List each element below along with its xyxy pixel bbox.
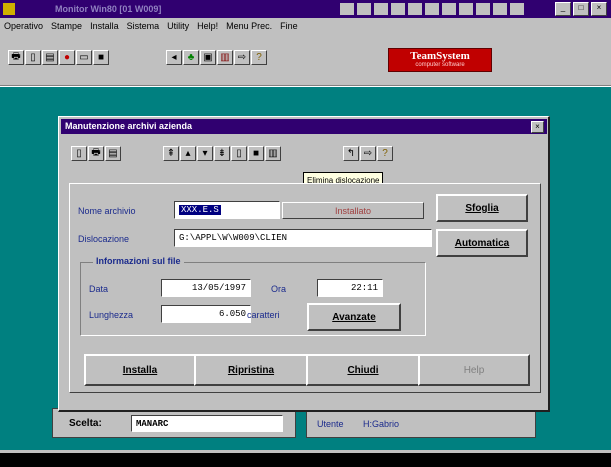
tray-icon[interactable] [476, 3, 490, 15]
tray-icon[interactable] [442, 3, 456, 15]
menu-bar: Operativo Stampe Installa Sistema Utilit… [0, 18, 611, 34]
dialog-window: Manutenzione archivi azienda × ▯ 🖶 ▤ ⇞ ▴… [58, 116, 550, 412]
tray-icon[interactable] [391, 3, 405, 15]
menu-fine[interactable]: Fine [280, 21, 298, 31]
utente-label: Utente [317, 419, 344, 429]
help-button[interactable]: Help [418, 354, 530, 386]
preview-icon[interactable]: ▤ [105, 146, 121, 161]
tray-icon[interactable] [425, 3, 439, 15]
menu-help[interactable]: Help! [197, 21, 218, 31]
first-icon[interactable]: ⇞ [163, 146, 179, 161]
dialog-title: Manutenzione archivi azienda [65, 121, 193, 131]
delete-icon[interactable]: ▥ [265, 146, 281, 161]
tree-icon[interactable]: ♣ [183, 50, 199, 65]
tray-icon[interactable] [510, 3, 524, 15]
tray-icon[interactable] [374, 3, 388, 15]
new-icon[interactable]: ▯ [71, 146, 87, 161]
ripristina-button[interactable]: Ripristina [194, 354, 308, 386]
nome-archivio-label: Nome archivio [78, 206, 136, 216]
window-icon[interactable]: ▭ [76, 50, 92, 65]
books-icon[interactable]: ▥ [217, 50, 233, 65]
app-title: Monitor Win80 [01 W009] [55, 4, 162, 14]
print-icon[interactable]: 🖶 [88, 146, 104, 161]
new-record-icon[interactable]: ▯ [231, 146, 247, 161]
print-icon[interactable]: 🖶 [8, 50, 24, 65]
automatica-button[interactable]: Automatica [436, 229, 528, 257]
group-title: Informazioni sul file [93, 256, 184, 266]
close-button[interactable]: × [591, 2, 607, 16]
lunghezza-input[interactable]: 6.050 [161, 305, 251, 323]
dislocazione-label: Dislocazione [78, 234, 130, 244]
scelta-label: Scelta: [69, 418, 102, 429]
tray-icon[interactable] [493, 3, 507, 15]
preview-icon[interactable]: ▤ [42, 50, 58, 65]
tray-icon[interactable] [357, 3, 371, 15]
scelta-panel: Scelta: MANARC [52, 408, 296, 438]
nome-archivio-input[interactable]: XXX.E.S [174, 201, 280, 219]
utente-panel: Utente H:Gabrio [306, 408, 536, 438]
save-icon[interactable]: ■ [248, 146, 264, 161]
stop-icon[interactable]: ● [59, 50, 75, 65]
last-icon[interactable]: ⇟ [214, 146, 230, 161]
sfoglia-button[interactable]: Sfoglia [436, 194, 528, 222]
lunghezza-label: Lunghezza [89, 310, 134, 320]
form-panel: Nome archivio XXX.E.S Installato Disloca… [69, 183, 541, 393]
title-toolbar-icons [340, 3, 524, 15]
back-icon[interactable]: ↰ [343, 146, 359, 161]
document-icon[interactable]: ▯ [25, 50, 41, 65]
menu-menu-prec[interactable]: Menu Prec. [226, 21, 272, 31]
scelta-input[interactable]: MANARC [131, 415, 283, 432]
chiudi-button[interactable]: Chiudi [306, 354, 420, 386]
help-icon[interactable]: ? [251, 50, 267, 65]
exit-icon[interactable]: ⇨ [360, 146, 376, 161]
back-icon[interactable]: ◂ [166, 50, 182, 65]
data-label: Data [89, 284, 109, 294]
avanzate-button[interactable]: Avanzate [307, 303, 401, 331]
menu-sistema[interactable]: Sistema [127, 21, 160, 31]
data-input[interactable]: 13/05/1997 [161, 279, 251, 297]
help-icon[interactable]: ? [377, 146, 393, 161]
installa-button[interactable]: Installa [84, 354, 196, 386]
tray-icon[interactable] [459, 3, 473, 15]
tray-icon[interactable] [408, 3, 422, 15]
save-icon[interactable]: ■ [93, 50, 109, 65]
informazioni-group: Informazioni sul file Data 13/05/1997 Or… [80, 256, 426, 336]
menu-stampe[interactable]: Stampe [51, 21, 82, 31]
menu-operativo[interactable]: Operativo [4, 21, 43, 31]
dislocazione-input[interactable]: G:\APPL\W\W009\CLIEN [174, 229, 432, 247]
dialog-title-bar: Manutenzione archivi azienda × [61, 119, 547, 134]
ora-input[interactable]: 22:11 [317, 279, 383, 297]
menu-installa[interactable]: Installa [90, 21, 119, 31]
minimize-button[interactable]: _ [555, 2, 571, 16]
main-toolbar: 🖶 ▯ ▤ ● ▭ ■ ◂ ♣ ▣ ▥ ⇨ ? TeamSystem compu… [0, 34, 611, 86]
app-title-bar: Monitor Win80 [01 W009] _ □ × [0, 0, 611, 18]
installato-status: Installato [282, 202, 424, 219]
exit-icon[interactable]: ⇨ [234, 50, 250, 65]
caratteri-label: caratteri [247, 310, 280, 320]
next-icon[interactable]: ▾ [197, 146, 213, 161]
app-icon [3, 3, 15, 15]
teamsystem-logo: TeamSystem computer software [388, 48, 492, 72]
menu-utility[interactable]: Utility [167, 21, 189, 31]
status-bar [0, 450, 611, 467]
tray-icon[interactable] [340, 3, 354, 15]
ora-label: Ora [271, 284, 287, 294]
utente-value: H:Gabrio [363, 419, 400, 429]
dialog-close-button[interactable]: × [531, 121, 544, 133]
previous-icon[interactable]: ▴ [180, 146, 196, 161]
folder-icon[interactable]: ▣ [200, 50, 216, 65]
maximize-button[interactable]: □ [573, 2, 589, 16]
